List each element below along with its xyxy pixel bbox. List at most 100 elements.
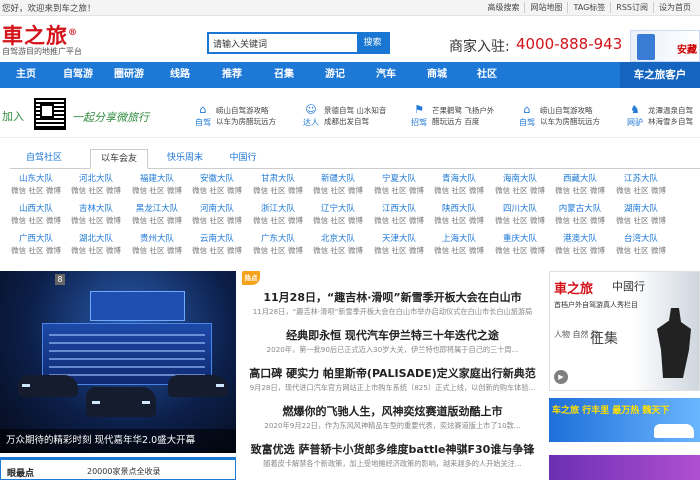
team-cell[interactable]: 湖南大队 微信 社区 微博	[611, 202, 671, 230]
purple-ad[interactable]	[549, 455, 700, 480]
link-tag[interactable]: TAG标签	[567, 2, 610, 13]
team-sub-links[interactable]: 微信 社区 微博	[550, 215, 610, 226]
team-name-link[interactable]: 山西大队	[6, 202, 66, 214]
team-name-link[interactable]: 甘肃大队	[248, 172, 308, 184]
team-sub-links[interactable]: 微信 社区 微博	[248, 245, 308, 256]
team-name-link[interactable]: 浙江大队	[248, 202, 308, 214]
team-name-link[interactable]: 宁夏大队	[369, 172, 429, 184]
team-sub-links[interactable]: 微信 社区 微博	[429, 185, 489, 196]
team-cell[interactable]: 贵州大队 微信 社区 微博	[127, 232, 187, 260]
team-name-link[interactable]: 湖北大队	[66, 232, 126, 244]
team-sub-links[interactable]: 微信 社区 微博	[127, 185, 187, 196]
team-cell[interactable]: 云南大队 微信 社区 微博	[187, 232, 247, 260]
slide-index[interactable]: 8	[55, 274, 65, 285]
team-sub-links[interactable]: 微信 社区 微博	[6, 185, 66, 196]
nav-item-routes[interactable]: 线路	[170, 62, 190, 88]
team-name-link[interactable]: 陕西大队	[429, 202, 489, 214]
team-cell[interactable]: 港澳大队 微信 社区 微博	[550, 232, 610, 260]
nav-item-circle[interactable]: 圈研游	[114, 62, 144, 88]
team-cell[interactable]: 福建大队 微信 社区 微博	[127, 172, 187, 200]
team-sub-links[interactable]: 微信 社区 微博	[369, 215, 429, 226]
team-name-link[interactable]: 吉林大队	[66, 202, 126, 214]
search-input[interactable]	[209, 34, 359, 52]
nav-item-cars[interactable]: 汽车	[376, 62, 396, 88]
team-name-link[interactable]: 北京大队	[308, 232, 368, 244]
team-cell[interactable]: 青海大队 微信 社区 微博	[429, 172, 489, 200]
team-sub-links[interactable]: 微信 社区 微博	[308, 215, 368, 226]
link-site-map[interactable]: 网站地图	[524, 2, 567, 13]
tab-car-friends[interactable]: 以车会友	[90, 149, 148, 169]
team-name-link[interactable]: 河南大队	[187, 202, 247, 214]
team-cell[interactable]: 内蒙古大队 微信 社区 微博	[550, 202, 610, 230]
team-sub-links[interactable]: 微信 社区 微博	[248, 215, 308, 226]
team-name-link[interactable]: 广东大队	[248, 232, 308, 244]
team-name-link[interactable]: 云南大队	[187, 232, 247, 244]
team-cell[interactable]: 湖北大队 微信 社区 微博	[66, 232, 126, 260]
team-sub-links[interactable]: 微信 社区 微博	[66, 215, 126, 226]
nav-item-gather[interactable]: 召集	[274, 62, 294, 88]
team-sub-links[interactable]: 微信 社区 微博	[248, 185, 308, 196]
team-name-link[interactable]: 湖南大队	[611, 202, 671, 214]
team-name-link[interactable]: 青海大队	[429, 172, 489, 184]
team-name-link[interactable]: 台湾大队	[611, 232, 671, 244]
team-cell[interactable]: 台湾大队 微信 社区 微博	[611, 232, 671, 260]
team-cell[interactable]: 安徽大队 微信 社区 微博	[187, 172, 247, 200]
link-rss[interactable]: RSS订阅	[610, 2, 653, 13]
team-name-link[interactable]: 新疆大队	[308, 172, 368, 184]
team-sub-links[interactable]: 微信 社区 微博	[187, 215, 247, 226]
team-name-link[interactable]: 海南大队	[490, 172, 550, 184]
news-title[interactable]: 致富优选 萨普轿卡小货郎多维度battle神骐F30谁与争锋	[245, 441, 540, 457]
team-sub-links[interactable]: 微信 社区 微博	[611, 185, 671, 196]
slider-caption[interactable]: 万众期待的精彩时刻 现代嘉年华2.0盛大开幕	[0, 429, 236, 453]
nav-item-community[interactable]: 社区	[477, 62, 497, 88]
team-cell[interactable]: 陕西大队 微信 社区 微博	[429, 202, 489, 230]
team-cell[interactable]: 江苏大队 微信 社区 微博	[611, 172, 671, 200]
team-cell[interactable]: 黑龙江大队 微信 社区 微博	[127, 202, 187, 230]
team-cell[interactable]: 河南大队 微信 社区 微博	[187, 202, 247, 230]
nav-item-mall[interactable]: 商城	[427, 62, 447, 88]
tab-selfdrive-community[interactable]: 自驾社区	[10, 149, 78, 169]
team-cell[interactable]: 山东大队 微信 社区 微博	[6, 172, 66, 200]
team-sub-links[interactable]: 微信 社区 微博	[6, 245, 66, 256]
search-button[interactable]: 搜索	[357, 34, 388, 52]
team-name-link[interactable]: 河北大队	[66, 172, 126, 184]
header-ad[interactable]: 安藏	[630, 30, 700, 62]
team-cell[interactable]: 北京大队 微信 社区 微博	[308, 232, 368, 260]
team-sub-links[interactable]: 微信 社区 微博	[66, 245, 126, 256]
nav-item-home[interactable]: 主页	[16, 62, 36, 88]
team-cell[interactable]: 上海大队 微信 社区 微博	[429, 232, 489, 260]
news-title[interactable]: 高口碑 硬实力 帕里斯帝(PALISADE)定义家庭出行新典范	[245, 365, 540, 381]
team-name-link[interactable]: 内蒙古大队	[550, 202, 610, 214]
team-sub-links[interactable]: 微信 社区 微博	[66, 185, 126, 196]
china-trip-ad[interactable]: 車之旅 中國行 首档户外自驾游真人秀栏目 人物 自然 路 征集 ▶	[549, 271, 700, 391]
team-sub-links[interactable]: 微信 社区 微博	[187, 185, 247, 196]
team-sub-links[interactable]: 微信 社区 微博	[127, 215, 187, 226]
team-name-link[interactable]: 港澳大队	[550, 232, 610, 244]
news-title[interactable]: 11月28日，“趣吉林·滑呗”新雪季开板大会在白山市	[245, 289, 540, 305]
link-advanced-search[interactable]: 高级搜索	[482, 2, 524, 13]
team-cell[interactable]: 西藏大队 微信 社区 微博	[550, 172, 610, 200]
team-cell[interactable]: 重庆大队 微信 社区 微博	[490, 232, 550, 260]
team-cell[interactable]: 浙江大队 微信 社区 微博	[248, 202, 308, 230]
team-sub-links[interactable]: 微信 社区 微博	[369, 185, 429, 196]
team-cell[interactable]: 广西大队 微信 社区 微博	[6, 232, 66, 260]
team-name-link[interactable]: 上海大队	[429, 232, 489, 244]
team-name-link[interactable]: 辽宁大队	[308, 202, 368, 214]
team-cell[interactable]: 宁夏大队 微信 社区 微博	[369, 172, 429, 200]
team-cell[interactable]: 江西大队 微信 社区 微博	[369, 202, 429, 230]
nav-item-travelogue[interactable]: 游记	[325, 62, 345, 88]
nav-item-recommend[interactable]: 推荐	[222, 62, 242, 88]
team-cell[interactable]: 河北大队 微信 社区 微博	[66, 172, 126, 200]
team-sub-links[interactable]: 微信 社区 微博	[187, 245, 247, 256]
team-sub-links[interactable]: 微信 社区 微博	[550, 245, 610, 256]
tab-china-trip[interactable]: 中国行	[218, 149, 268, 169]
travel-banner-ad[interactable]: 车之旅 行丰里 最万热 魏天下	[549, 398, 700, 442]
team-name-link[interactable]: 安徽大队	[187, 172, 247, 184]
team-sub-links[interactable]: 微信 社区 微博	[490, 245, 550, 256]
team-name-link[interactable]: 江西大队	[369, 202, 429, 214]
team-name-link[interactable]: 西藏大队	[550, 172, 610, 184]
team-name-link[interactable]: 江苏大队	[611, 172, 671, 184]
team-cell[interactable]: 四川大队 微信 社区 微博	[490, 202, 550, 230]
team-sub-links[interactable]: 微信 社区 微博	[429, 215, 489, 226]
team-name-link[interactable]: 天津大队	[369, 232, 429, 244]
